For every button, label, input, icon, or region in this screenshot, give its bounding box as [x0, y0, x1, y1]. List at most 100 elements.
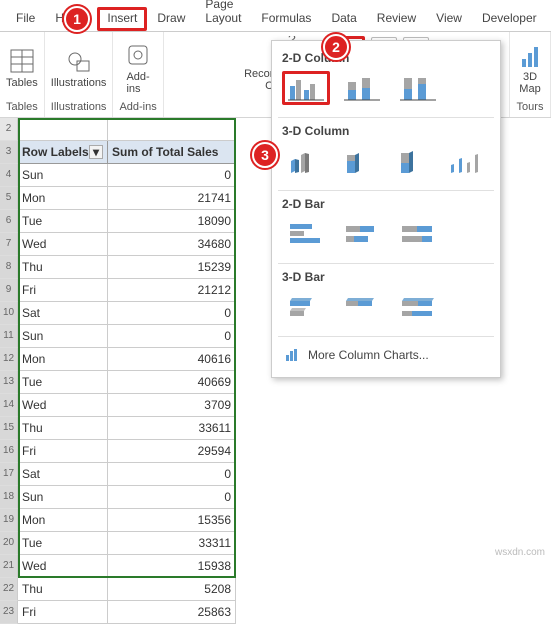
cell-b[interactable]: 15239: [108, 256, 236, 279]
cell-b[interactable]: 33611: [108, 417, 236, 440]
tab-developer[interactable]: Developer: [472, 7, 547, 31]
stacked100-bar-2d[interactable]: [394, 217, 442, 251]
stacked100-column-2d[interactable]: [394, 71, 442, 105]
cell-a[interactable]: Thu: [18, 417, 108, 440]
cell-a[interactable]: Mon: [18, 348, 108, 371]
tab-insert[interactable]: Insert: [97, 7, 147, 31]
worksheet[interactable]: 23Row Labels▾Sum of Total Sales4Sun05Mon…: [0, 118, 236, 624]
row-header[interactable]: 21: [0, 555, 18, 578]
row-header[interactable]: 20: [0, 532, 18, 555]
cell-a[interactable]: Mon: [18, 187, 108, 210]
tab-draw[interactable]: Draw: [147, 7, 195, 31]
cell-b[interactable]: 40616: [108, 348, 236, 371]
clustered-bar-2d[interactable]: [282, 217, 330, 251]
cell-b[interactable]: 15356: [108, 509, 236, 532]
row-header[interactable]: 11: [0, 325, 18, 348]
cell-a[interactable]: Tue: [18, 532, 108, 555]
stacked-bar-3d[interactable]: [338, 290, 386, 324]
cell-b[interactable]: 18090: [108, 210, 236, 233]
cell-b[interactable]: 21741: [108, 187, 236, 210]
cell-b[interactable]: 25863: [108, 601, 236, 624]
row-header[interactable]: 19: [0, 509, 18, 532]
stacked100-bar-3d[interactable]: [394, 290, 442, 324]
cell-b[interactable]: 0: [108, 302, 236, 325]
cell-b[interactable]: 0: [108, 463, 236, 486]
cell-a[interactable]: Wed: [18, 233, 108, 256]
table-icon: [8, 47, 36, 75]
row-header[interactable]: 13: [0, 371, 18, 394]
cell-a[interactable]: Sat: [18, 302, 108, 325]
cell-a[interactable]: Thu: [18, 256, 108, 279]
clustered-bar-3d[interactable]: [282, 290, 330, 324]
cell-b[interactable]: 3709: [108, 394, 236, 417]
stacked-column-2d[interactable]: [338, 71, 386, 105]
cell-b[interactable]: 0: [108, 325, 236, 348]
row-header[interactable]: 18: [0, 486, 18, 509]
row-header[interactable]: 5: [0, 187, 18, 210]
3d-map-button[interactable]: 3D Map: [516, 41, 544, 95]
row-header[interactable]: 15: [0, 417, 18, 440]
column-chart-small-icon: [284, 347, 300, 363]
cell-b[interactable]: 5208: [108, 578, 236, 601]
row-header[interactable]: 10: [0, 302, 18, 325]
tab-formulas[interactable]: Formulas: [251, 7, 321, 31]
row-header[interactable]: 9: [0, 279, 18, 302]
tab-page-layout[interactable]: Page Layout: [195, 0, 251, 31]
row-header[interactable]: 22: [0, 578, 18, 601]
tab-data[interactable]: Data: [321, 7, 366, 31]
row-header[interactable]: 6: [0, 210, 18, 233]
row-header[interactable]: 2: [0, 118, 18, 141]
cell-a[interactable]: [18, 118, 108, 141]
cell-b[interactable]: 0: [108, 164, 236, 187]
tab-view[interactable]: View: [426, 7, 472, 31]
stacked100-column-3d[interactable]: [390, 144, 436, 178]
cell-a[interactable]: Sat: [18, 463, 108, 486]
cell-a[interactable]: Wed: [18, 555, 108, 578]
row-header[interactable]: 14: [0, 394, 18, 417]
cell-b[interactable]: 34680: [108, 233, 236, 256]
row-header[interactable]: 16: [0, 440, 18, 463]
cell-a[interactable]: Sun: [18, 486, 108, 509]
cell-a[interactable]: Wed: [18, 394, 108, 417]
clustered-column-2d[interactable]: [282, 71, 330, 105]
row-header[interactable]: 23: [0, 601, 18, 624]
more-column-charts[interactable]: More Column Charts...: [272, 339, 500, 371]
stacked-column-3d[interactable]: [336, 144, 382, 178]
pivot-header-sum: Sum of Total Sales: [108, 141, 236, 164]
row-header[interactable]: 7: [0, 233, 18, 256]
cell-a[interactable]: Fri: [18, 601, 108, 624]
cell-b[interactable]: 21212: [108, 279, 236, 302]
row-header[interactable]: 12: [0, 348, 18, 371]
illustrations-button[interactable]: Illustrations: [51, 47, 107, 89]
cell-a[interactable]: Thu: [18, 578, 108, 601]
filter-dropdown-icon[interactable]: ▾: [89, 145, 103, 159]
column-3d[interactable]: [444, 144, 490, 178]
cell-a[interactable]: Sun: [18, 325, 108, 348]
tab-review[interactable]: Review: [367, 7, 426, 31]
cell-b[interactable]: [108, 118, 236, 141]
addins-button[interactable]: Add- ins: [124, 41, 152, 95]
clustered-column-3d[interactable]: [282, 144, 328, 178]
row-header[interactable]: 4: [0, 164, 18, 187]
pivot-header-rowlabels[interactable]: Row Labels▾: [18, 141, 108, 164]
cell-a[interactable]: Sun: [18, 164, 108, 187]
row-header[interactable]: 17: [0, 463, 18, 486]
cell-b[interactable]: 29594: [108, 440, 236, 463]
cell-b[interactable]: 15938: [108, 555, 236, 578]
cell-a[interactable]: Fri: [18, 279, 108, 302]
tables-button[interactable]: Tables: [6, 47, 38, 89]
cell-a[interactable]: Mon: [18, 509, 108, 532]
cell-b[interactable]: 33311: [108, 532, 236, 555]
cell-a[interactable]: Tue: [18, 210, 108, 233]
stacked-bar-2d[interactable]: [338, 217, 386, 251]
group-label-tours: Tours: [517, 99, 544, 115]
group-tours: 3D Map Tours: [510, 32, 551, 117]
tab-file[interactable]: File: [6, 7, 45, 31]
row-header[interactable]: 3: [0, 141, 18, 164]
cell-b[interactable]: 0: [108, 486, 236, 509]
cell-a[interactable]: Tue: [18, 371, 108, 394]
cell-a[interactable]: Fri: [18, 440, 108, 463]
cell-b[interactable]: 40669: [108, 371, 236, 394]
row-labels-text: Row Labels: [22, 145, 89, 159]
row-header[interactable]: 8: [0, 256, 18, 279]
